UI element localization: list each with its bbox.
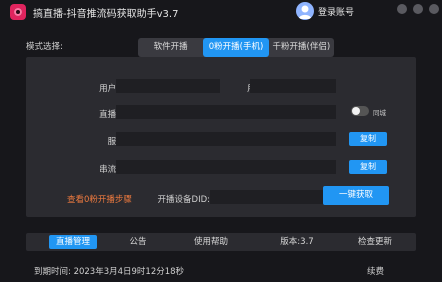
- device-did-input[interactable]: [210, 190, 336, 204]
- nav-check-update[interactable]: 检查更新: [349, 233, 401, 251]
- bottom-nav: 直播管理 公告 使用帮助 版本:3.7 检查更新: [26, 233, 416, 251]
- minimize-icon[interactable]: [397, 4, 407, 14]
- version-label: 版本:3.7: [280, 237, 314, 247]
- nav-announcement[interactable]: 公告: [122, 233, 154, 251]
- same-city-toggle[interactable]: [351, 106, 369, 116]
- tab-software-stream[interactable]: 软件开播: [138, 38, 203, 57]
- user-avatar-icon[interactable]: [296, 2, 314, 20]
- zero-fan-steps-link[interactable]: 查看0粉开播步骤: [67, 193, 132, 205]
- mode-tabs: 软件开播 0粉开播(手机) 千粉开播(伴侣): [138, 38, 334, 57]
- nav-help[interactable]: 使用帮助: [186, 233, 236, 251]
- server-input[interactable]: [116, 132, 336, 146]
- renew-button[interactable]: 续费: [367, 265, 384, 277]
- close-icon[interactable]: [429, 4, 439, 14]
- maximize-icon[interactable]: [413, 4, 423, 14]
- mode-label: 模式选择:: [26, 42, 63, 52]
- app-logo-icon: [10, 4, 26, 20]
- login-button[interactable]: 登录账号: [318, 5, 354, 18]
- tab-zero-fan-phone[interactable]: 0粉开播(手机): [203, 38, 269, 57]
- copy-server-button[interactable]: 复制: [349, 132, 387, 146]
- title-bar: 搞直播-抖音推流码获取助手v3.7 登录账号: [0, 0, 442, 26]
- userid-input[interactable]: [250, 79, 336, 93]
- copy-stream-key-button[interactable]: 复制: [349, 160, 387, 174]
- app-title: 搞直播-抖音推流码获取助手v3.7: [33, 9, 179, 20]
- same-city-label: 同城: [373, 109, 386, 117]
- expire-time: 到期时间: 2023年3月4日9时12分18秒: [34, 267, 185, 277]
- device-did-label: 开播设备DID:: [157, 195, 210, 205]
- one-click-get-button[interactable]: 一键获取: [323, 186, 389, 205]
- nav-live-management[interactable]: 直播管理: [49, 235, 97, 249]
- toggle-knob: [352, 107, 360, 115]
- tab-thousand-fan-companion[interactable]: 千粉开播(伴侣): [269, 38, 334, 57]
- stream-key-input[interactable]: [116, 160, 336, 174]
- nickname-input[interactable]: [116, 79, 220, 93]
- stream-title-input[interactable]: [116, 105, 336, 119]
